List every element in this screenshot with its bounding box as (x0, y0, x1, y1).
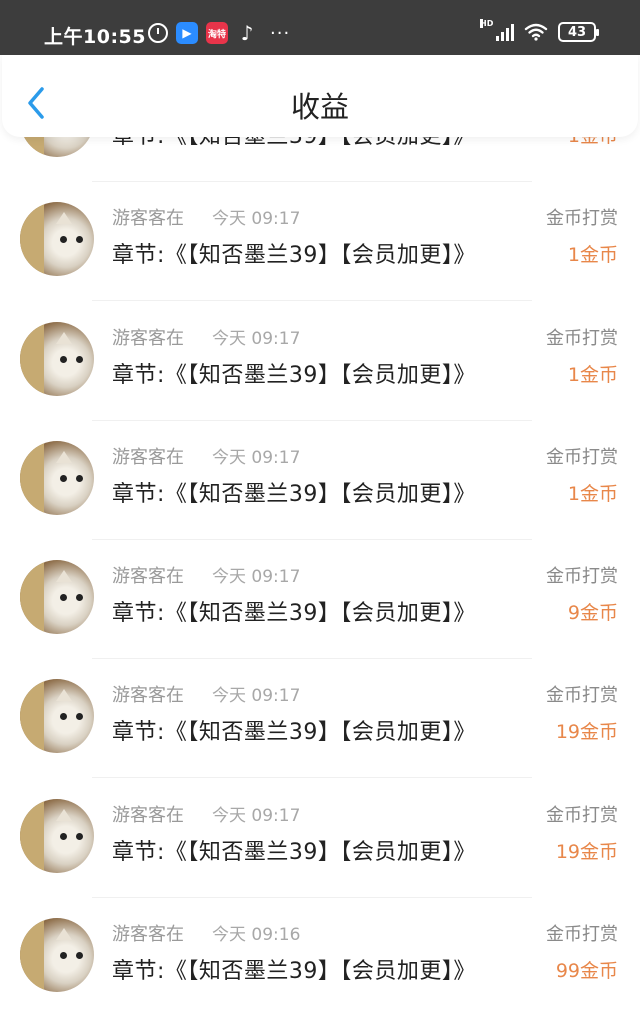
reward-type: 金币打赏 (546, 328, 618, 349)
battery-icon: 43 (558, 22, 599, 42)
chapter-title: 章节:《【知否墨兰39】【会员加更】》 (112, 840, 476, 865)
chapter-title: 章节:《【知否墨兰39】【会员加更】》 (112, 601, 476, 626)
coin-amount: 19金币 (555, 721, 618, 743)
hd-label: HD (480, 19, 494, 28)
status-system-icons: HD 43 (480, 19, 599, 42)
wifi-icon (524, 23, 548, 41)
user-name: 游客客在 (112, 685, 184, 706)
avatar (20, 679, 94, 753)
coin-amount: 1金币 (567, 244, 618, 266)
divider (92, 300, 532, 301)
status-time: 上午10:55 (44, 26, 146, 48)
coin-amount: 19金币 (555, 841, 618, 863)
coin-amount: 9金币 (567, 602, 618, 624)
timestamp: 今天 09:17 (212, 448, 301, 468)
status-notifications: ▶ 淘特 ♪ ··· (148, 21, 291, 45)
timestamp: 今天 09:17 (212, 329, 301, 349)
more-notifications-icon: ··· (270, 22, 291, 44)
user-name: 游客客在 (112, 924, 184, 945)
avatar (20, 799, 94, 873)
list-item[interactable]: 游客客在 今天 09:17 金币打赏 章节:《【知否墨兰39】【会员加更】》 1… (0, 421, 640, 541)
reward-type: 金币打赏 (546, 566, 618, 587)
reward-type: 金币打赏 (546, 447, 618, 468)
timestamp: 今天 09:17 (212, 806, 301, 826)
list-item[interactable]: 游客客在 今天 09:17 金币打赏 章节:《【知否墨兰39】【会员加更】》 1… (0, 302, 640, 422)
avatar (20, 322, 94, 396)
reward-type: 金币打赏 (546, 805, 618, 826)
user-name: 游客客在 (112, 805, 184, 826)
app-header: 收益 (2, 53, 638, 137)
chapter-title: 章节:《【知否墨兰39】【会员加更】》 (112, 482, 476, 507)
alarm-icon (148, 23, 168, 43)
reward-type: 金币打赏 (546, 924, 618, 945)
earnings-list: 章节:《【知否墨兰39】【会员加更】》 1金币 游客客在 今天 09:17 金币… (0, 0, 640, 1025)
timestamp: 今天 09:17 (212, 209, 301, 229)
coin-amount: 1金币 (567, 364, 618, 386)
chapter-title: 章节:《【知否墨兰39】【会员加更】》 (112, 720, 476, 745)
avatar (20, 918, 94, 992)
avatar (20, 202, 94, 276)
divider (92, 777, 532, 778)
taote-app-icon: 淘特 (206, 22, 228, 44)
user-name: 游客客在 (112, 447, 184, 468)
list-item[interactable]: 游客客在 今天 09:17 金币打赏 章节:《【知否墨兰39】【会员加更】》 1… (0, 182, 640, 302)
user-name: 游客客在 (112, 328, 184, 349)
user-name: 游客客在 (112, 566, 184, 587)
video-app-icon: ▶ (176, 22, 198, 44)
page-title: 收益 (290, 90, 349, 124)
list-item[interactable]: 游客客在 今天 09:17 金币打赏 章节:《【知否墨兰39】【会员加更】》 1… (0, 779, 640, 899)
list-item[interactable]: 游客客在 今天 09:17 金币打赏 章节:《【知否墨兰39】【会员加更】》 1… (0, 659, 640, 779)
coin-amount: 1金币 (567, 483, 618, 505)
list-item[interactable]: 游客客在 今天 09:16 金币打赏 章节:《【知否墨兰39】【会员加更】》 9… (0, 898, 640, 1018)
reward-type: 金币打赏 (546, 685, 618, 706)
tiktok-icon: ♪ (240, 21, 254, 45)
timestamp: 今天 09:17 (212, 686, 301, 706)
list-item[interactable]: 游客客在 今天 09:17 金币打赏 章节:《【知否墨兰39】【会员加更】》 9… (0, 540, 640, 660)
chapter-title: 章节:《【知否墨兰39】【会员加更】》 (112, 243, 476, 268)
timestamp: 今天 09:16 (212, 925, 301, 945)
coin-amount: 99金币 (555, 960, 618, 982)
avatar (20, 560, 94, 634)
signal-icon: HD (480, 19, 514, 41)
user-name: 游客客在 (112, 208, 184, 229)
timestamp: 今天 09:17 (212, 567, 301, 587)
status-bar: 上午10:55 ▶ 淘特 ♪ ··· HD 43 (0, 0, 640, 55)
chapter-title: 章节:《【知否墨兰39】【会员加更】》 (112, 363, 476, 388)
chapter-title: 章节:《【知否墨兰39】【会员加更】》 (112, 959, 476, 984)
reward-type: 金币打赏 (546, 208, 618, 229)
avatar (20, 441, 94, 515)
